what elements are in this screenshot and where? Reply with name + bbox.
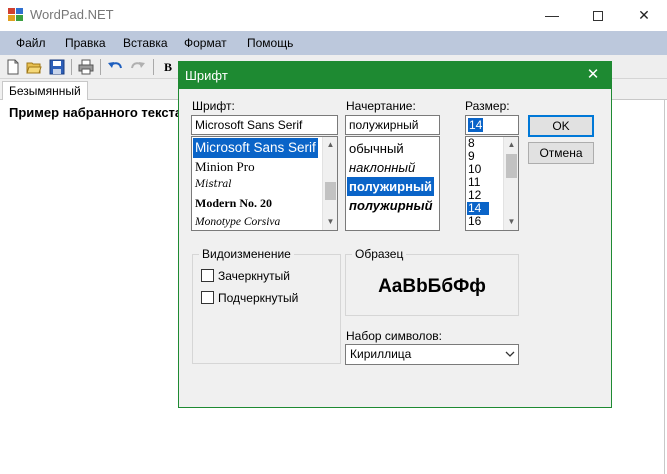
menu-format[interactable]: Формат [184, 36, 227, 50]
scroll-up-icon[interactable]: ▲ [504, 137, 518, 153]
charset-value: Кириллица [350, 347, 412, 361]
save-icon[interactable] [49, 59, 65, 75]
size-list-item[interactable]: 16 [467, 215, 482, 228]
style-list-item[interactable]: полужирный [347, 177, 435, 196]
maximize-icon [593, 11, 603, 22]
menu-help[interactable]: Помощь [247, 36, 293, 50]
toolbar-separator [100, 59, 101, 75]
minimize-icon: — [545, 7, 559, 23]
maximize-button[interactable] [575, 0, 621, 31]
effects-title: Видоизменение [199, 247, 294, 261]
underline-label: Подчеркнутый [218, 291, 299, 305]
style-list-item[interactable]: обычный [347, 139, 406, 159]
bold-button[interactable]: B [164, 60, 172, 75]
checkbox-icon[interactable] [201, 291, 214, 305]
charset-select[interactable]: Кириллица [345, 344, 519, 365]
menu-edit[interactable]: Правка [65, 36, 106, 50]
font-label: Шрифт: [192, 99, 235, 113]
ok-button[interactable]: OK [528, 115, 594, 137]
scroll-up-icon[interactable]: ▲ [323, 137, 337, 153]
strikeout-label: Зачеркнутый [218, 269, 290, 283]
menu-file[interactable]: Файл [16, 36, 46, 50]
close-button[interactable]: ✕ [621, 0, 667, 31]
toolbar-separator [71, 59, 72, 75]
tab-untitled[interactable]: Безымянный [2, 81, 88, 101]
menu-insert[interactable]: Вставка [123, 36, 168, 50]
cancel-button[interactable]: Отмена [528, 142, 594, 164]
style-list-item[interactable]: полужирный [347, 196, 435, 216]
font-list-item[interactable]: Microsoft Sans Serif [193, 138, 318, 158]
font-list-item[interactable]: Mistral [193, 175, 234, 195]
font-size-list[interactable]: 8 9 10 11 12 14 16 ▲ ▼ [465, 136, 519, 231]
font-list-scrollbar[interactable]: ▲ ▼ [322, 137, 337, 230]
sample-title: Образец [352, 247, 407, 261]
title-bar: WordPad.NET — ✕ [0, 0, 667, 31]
close-icon: ✕ [638, 7, 650, 23]
effects-group: Видоизменение Зачеркнутый Подчеркнутый [192, 247, 341, 364]
font-name-input[interactable]: Microsoft Sans Serif [191, 115, 338, 135]
dialog-title: Шрифт [185, 68, 228, 83]
undo-icon[interactable] [107, 59, 123, 75]
toolbar-separator [153, 59, 154, 75]
scroll-thumb[interactable] [325, 182, 336, 200]
scroll-down-icon[interactable]: ▼ [504, 214, 518, 230]
open-folder-icon[interactable] [26, 59, 42, 75]
size-list-scrollbar[interactable]: ▲ ▼ [503, 137, 518, 230]
sample-group: Образец AaBbБбФф [345, 247, 519, 316]
underline-checkbox[interactable]: Подчеркнутый [201, 291, 298, 307]
charset-label: Набор символов: [346, 329, 443, 343]
font-list-item[interactable]: Minion Pro [193, 157, 257, 177]
style-list-item[interactable]: наклонный [347, 158, 417, 178]
font-dialog: Шрифт ✕ Шрифт: Microsoft Sans Serif Micr… [178, 61, 612, 408]
chevron-down-icon[interactable] [505, 350, 515, 358]
dialog-title-bar: Шрифт ✕ [179, 62, 611, 89]
minimize-button[interactable]: — [529, 0, 575, 31]
new-document-icon[interactable] [5, 59, 21, 75]
print-icon[interactable] [78, 59, 94, 75]
style-label: Начертание: [346, 99, 416, 113]
size-label: Размер: [465, 99, 510, 113]
window-title: WordPad.NET [30, 7, 114, 22]
strikeout-checkbox[interactable]: Зачеркнутый [201, 269, 290, 285]
font-list-item[interactable]: Monotype Corsiva [193, 212, 282, 230]
scroll-down-icon[interactable]: ▼ [323, 214, 337, 230]
app-icon [8, 8, 23, 21]
editor-text[interactable]: Пример набранного текста [9, 105, 182, 120]
dialog-close-icon[interactable]: ✕ [583, 65, 603, 85]
checkbox-icon[interactable] [201, 269, 214, 283]
menu-bar: Файл Правка Вставка Формат Помощь [0, 31, 667, 55]
font-style-list[interactable]: обычный наклонный полужирный полужирный [345, 136, 440, 231]
font-style-input[interactable]: полужирный [345, 115, 440, 135]
font-list-item[interactable]: Modern No. 20 [193, 193, 274, 213]
scroll-thumb[interactable] [506, 154, 517, 178]
redo-icon[interactable] [130, 59, 146, 75]
font-size-value[interactable]: 14 [468, 118, 484, 132]
font-size-input[interactable]: 14 [465, 115, 519, 135]
sample-preview-text: AaBbБбФф [378, 276, 486, 297]
font-list[interactable]: Microsoft Sans Serif Minion Pro Mistral … [191, 136, 338, 231]
